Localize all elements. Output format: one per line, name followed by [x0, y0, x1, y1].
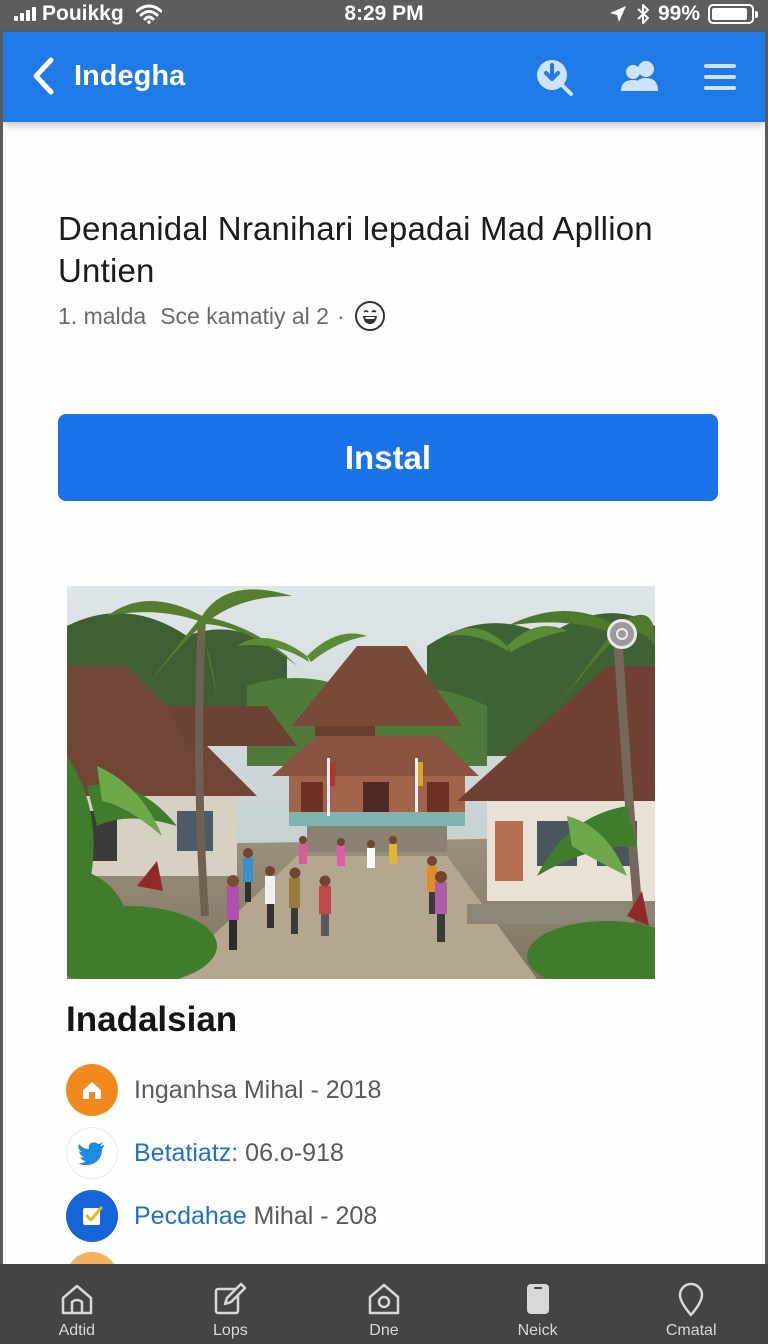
- location-pin-icon: [678, 1282, 704, 1317]
- info-row-developer[interactable]: Inganhsa Mihal - 2018: [66, 1063, 381, 1117]
- status-bar: Pouikkg 8:29 PM 99%: [0, 0, 768, 30]
- info-row-developer-text: Inganhsa Mihal - 2018: [134, 1075, 382, 1104]
- menu-button[interactable]: [697, 54, 743, 100]
- status-right: 99%: [608, 2, 758, 26]
- house-outline-icon: [368, 1283, 400, 1315]
- tab-lops-label: Lops: [213, 1322, 248, 1339]
- home-outline-icon: [61, 1284, 93, 1315]
- meta-downloads: 1. malda: [58, 302, 147, 329]
- app-title: Denanidal Nranihari lepadai Mad Apllion …: [58, 210, 653, 289]
- tab-dne-label: Dne: [369, 1322, 399, 1339]
- info-row-publisher-value: Mihal - 208: [246, 1201, 378, 1230]
- tab-lops[interactable]: Lops: [154, 1264, 308, 1344]
- chevron-left-icon: [33, 57, 54, 95]
- install-button[interactable]: Instal: [58, 414, 718, 501]
- nav-bar: Indegha: [3, 32, 765, 122]
- battery-fill: [712, 8, 747, 20]
- tab-cmatal-label: Cmatal: [665, 1322, 717, 1339]
- info-row-publisher-text: Pecdahae Mihal - 208: [134, 1202, 377, 1231]
- phone-icon: [526, 1284, 549, 1314]
- section-title: Inadalsian: [66, 1000, 238, 1039]
- grinning-face-icon: [354, 301, 385, 331]
- info-row-publisher-label: Pecdahae: [134, 1201, 247, 1230]
- tab-neick-label: Neick: [517, 1322, 558, 1339]
- info-row-twitter[interactable]: Betatiatz: 06.o-918: [66, 1126, 344, 1180]
- battery-percent: 99%: [657, 2, 700, 25]
- checkbox-icon: [66, 1190, 118, 1242]
- download-button[interactable]: [531, 54, 577, 100]
- meta-separator: ·: [336, 302, 345, 329]
- location-arrow-icon: [609, 6, 626, 22]
- location-pin-icon[interactable]: [607, 619, 637, 649]
- people-icon: [621, 61, 658, 91]
- battery-icon: [708, 4, 758, 24]
- tab-dne[interactable]: Dne: [307, 1264, 461, 1344]
- app-meta: 1. malda Sce kamatiy al 2 ·: [58, 300, 385, 332]
- info-row-twitter-label: Betatiatz:: [134, 1138, 239, 1167]
- tab-bar: Adtid Lops Dne Neick Cmatal: [0, 1264, 768, 1344]
- info-row-twitter-text: Betatiatz: 06.o-918: [134, 1139, 344, 1168]
- info-row-twitter-value: 06.o-918: [238, 1138, 344, 1167]
- nav-title: Indegha: [74, 60, 186, 92]
- meta-category: Sce kamatiy al 2: [160, 302, 329, 329]
- app-screen: Indegha Denanidal Nranihari lepadai Mad …: [3, 32, 765, 1264]
- menu-icon: [704, 64, 736, 90]
- hero-image[interactable]: [67, 586, 655, 979]
- edit-icon: [215, 1282, 247, 1315]
- tab-cmatal[interactable]: Cmatal: [614, 1264, 768, 1344]
- tab-neick[interactable]: Neick: [461, 1264, 615, 1344]
- twitter-bird-icon: [66, 1127, 118, 1179]
- tab-adtid-label: Adtid: [58, 1322, 96, 1339]
- home-icon: [66, 1064, 118, 1116]
- people-button[interactable]: [617, 54, 663, 100]
- info-row-publisher[interactable]: Pecdahae Mihal - 208: [66, 1189, 377, 1243]
- village-scene-illustration: [67, 586, 655, 979]
- back-button[interactable]: [27, 54, 61, 98]
- download-icon: [537, 60, 573, 96]
- tab-adtid[interactable]: Adtid: [0, 1264, 154, 1344]
- partial-row-icon: [66, 1252, 118, 1264]
- bluetooth-icon: [637, 4, 649, 24]
